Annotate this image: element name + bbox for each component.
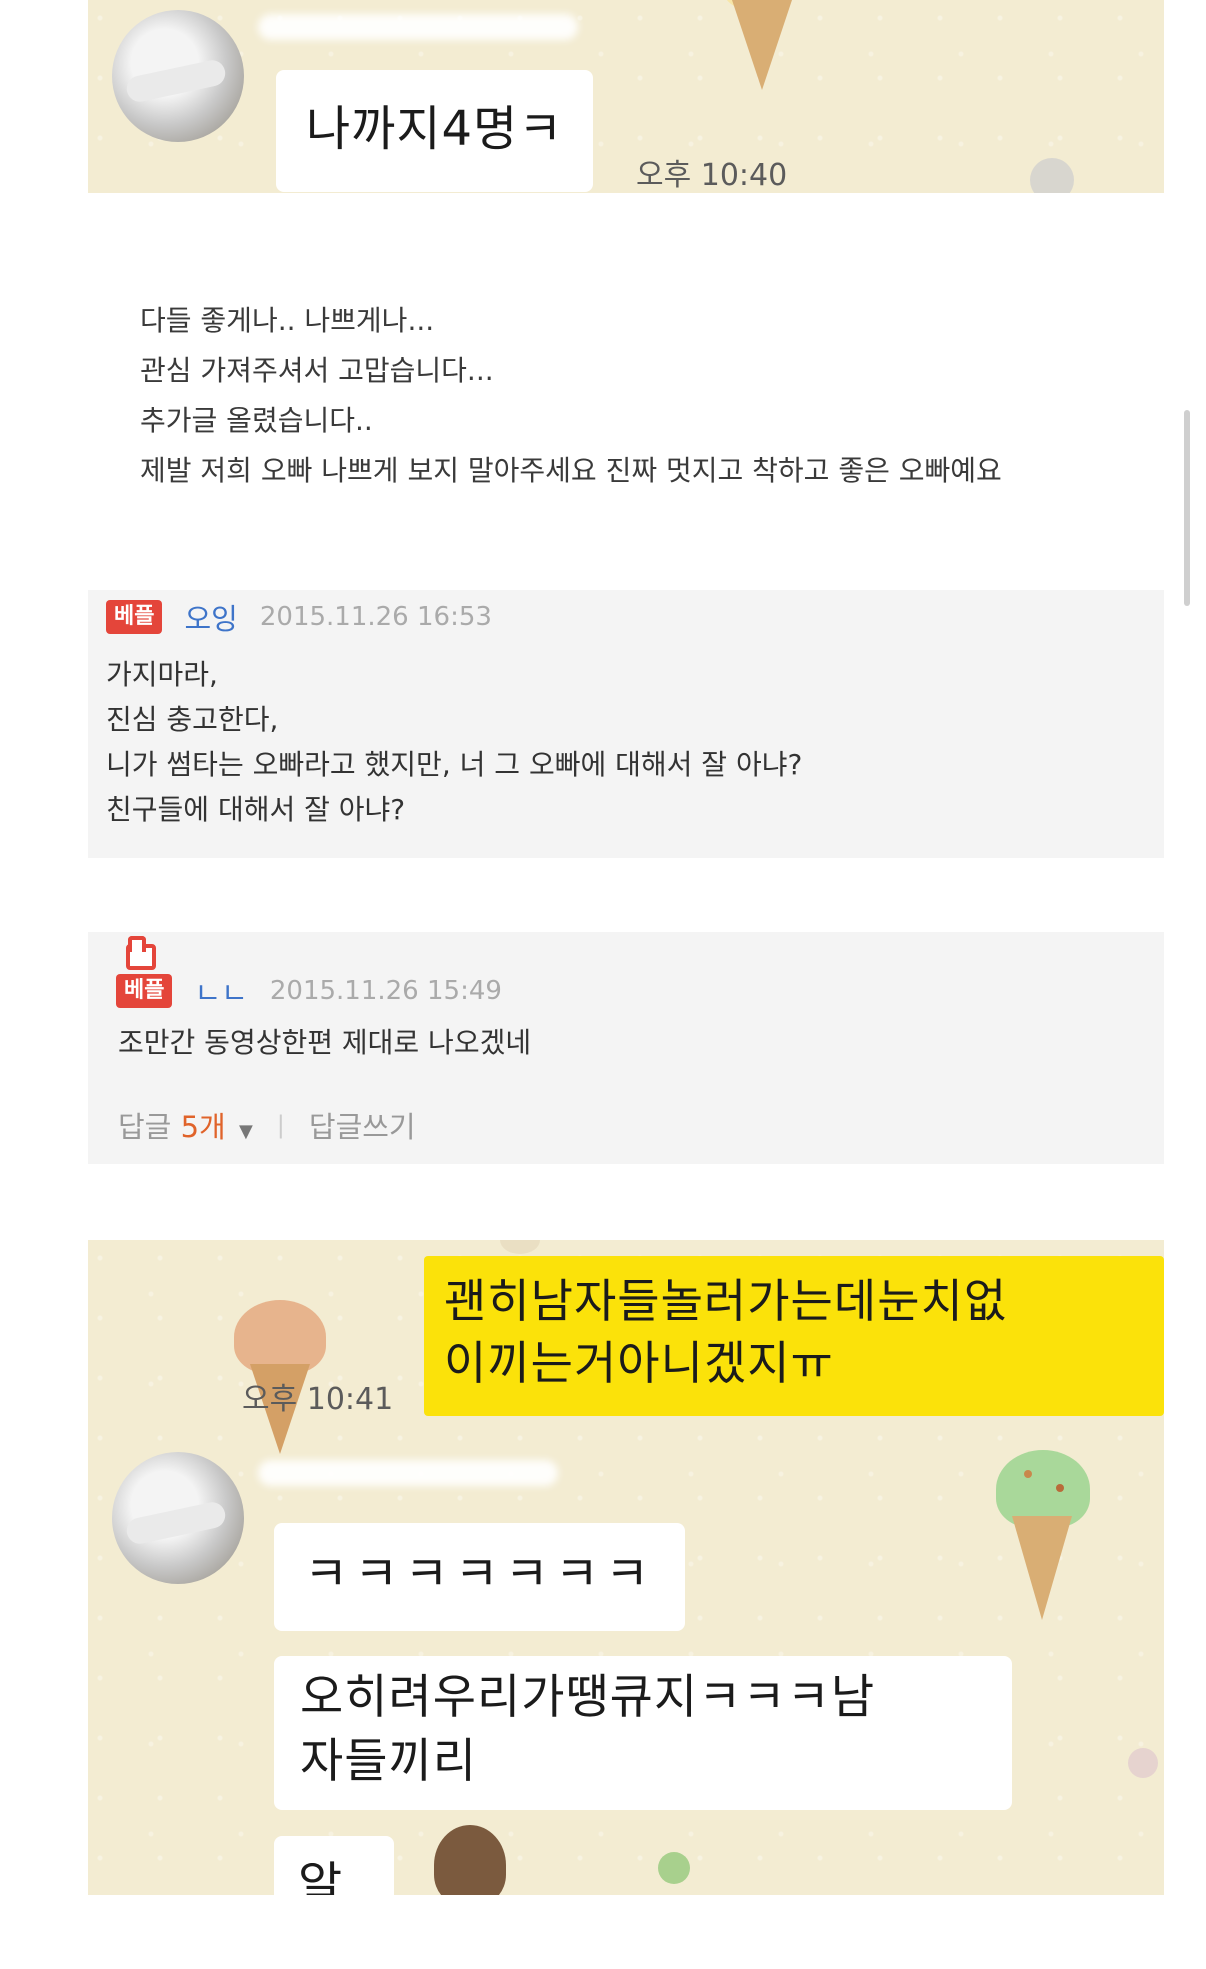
best-badge-label: 베플 [124,978,165,1003]
write-reply-button[interactable]: 답글쓰기 [309,1104,416,1146]
message-text-line: 자들끼리 [300,1734,477,1789]
sent-message-bubble: 괜히남자들놀러가는데눈치없 이끼는거아니겠지ㅠ [424,1256,1164,1416]
avatar[interactable] [112,10,244,142]
message-time: 오후 10:41 [242,1382,394,1417]
received-message-bubble: 나까지4명ㅋ [276,70,594,192]
comment-card: 베플 오잉 2015.11.26 16:53 가지마라, 진심 충고한다, 니가… [88,590,1164,858]
comment-date: 2015.11.26 16:53 [259,602,492,632]
reply-label: 답글 [118,1110,172,1144]
message-text-line: 괜히남자들놀러가는데눈치없 [444,1274,1008,1328]
reply-bar: 답글 5개 ▼ | 답글쓰기 [118,1104,416,1146]
comment-header: 베플 오잉 2015.11.26 16:53 [106,596,492,638]
post-line: 제발 저희 오빠 나쁘게 보지 말아주세요 진짜 멋지고 착하고 좋은 오빠예요 [140,454,1002,487]
message-text: 나까지4명ㅋ [306,101,564,157]
comment-date: 2015.11.26 15:49 [269,976,502,1006]
comment-author[interactable]: ㄴㄴ [194,970,247,1012]
decor-dot [500,1240,540,1254]
comment-text: 조만간 동영상한편 제대로 나오겠네 [118,1020,531,1065]
chat-panel-bottom: 괜히남자들놀러가는데눈치없 이끼는거아니겠지ㅠ 오후 10:41 ㅋㅋㅋㅋㅋㅋㅋ… [88,1240,1164,1895]
best-badge: 베플 [116,936,173,1008]
avatar[interactable] [112,1452,244,1584]
message-text: ㅋㅋㅋㅋㅋㅋㅋ [304,1546,656,1602]
reply-toggle[interactable]: 답글 5개 ▼ [118,1104,253,1146]
thumbs-up-icon [126,936,156,970]
received-message-bubble: 알트 [274,1836,394,1895]
received-message-bubble: 오히려우리가땡큐지ㅋㅋㅋ남 자들끼리 [274,1656,1012,1810]
message-text-line: 이끼는거아니겠지ㅠ [444,1336,834,1390]
comment-line: 니가 썸타는 오빠라고 했지만, 너 그 오빠에 대해서 잘 아냐? [106,748,803,781]
post-line: 관심 가져주셔서 고맙습니다... [140,354,494,387]
message-time: 오후 10:40 [636,158,788,193]
received-message-bubble: ㅋㅋㅋㅋㅋㅋㅋ [274,1523,686,1631]
comment-line: 가지마라, [106,658,218,691]
comment-line: 친구들에 대해서 잘 아냐? [106,793,406,826]
decor-dot [658,1852,690,1884]
decor-dot [1030,158,1074,193]
divider: | [276,1111,285,1139]
chat-panel-top: 나까지4명ㅋ 오후 10:40 [88,0,1164,193]
comment-author[interactable]: 오잉 [184,596,237,638]
post-line: 다들 좋게나.. 나쁘게나... [140,304,435,337]
comment-line: 조만간 동영상한편 제대로 나오겠네 [118,1026,532,1059]
comment-text: 가지마라, 진심 충고한다, 니가 썸타는 오빠라고 했지만, 너 그 오빠에 … [106,652,802,832]
best-badge: 베플 [106,600,163,634]
comment-line: 진심 충고한다, [106,703,279,736]
reply-count: 5개 [180,1110,226,1144]
comment-card: 베플 ㄴㄴ 2015.11.26 15:49 조만간 동영상한편 제대로 나오겠… [88,932,1164,1164]
message-text-line: 오히려우리가땡큐지ㅋㅋㅋ남 [300,1670,876,1725]
post-body: 다들 좋게나.. 나쁘게나... 관심 가져주셔서 고맙습니다... 추가글 올… [140,296,1100,496]
comment-header: 베플 ㄴㄴ 2015.11.26 15:49 [116,936,502,1012]
blurred-name [258,1460,558,1486]
message-text: 알트 [298,1857,344,1895]
blurred-name [258,14,578,40]
scrollbar[interactable] [1184,410,1190,606]
decor-dot [1128,1748,1158,1778]
chevron-down-icon: ▼ [238,1121,253,1142]
post-line: 추가글 올렸습니다.. [140,404,373,437]
